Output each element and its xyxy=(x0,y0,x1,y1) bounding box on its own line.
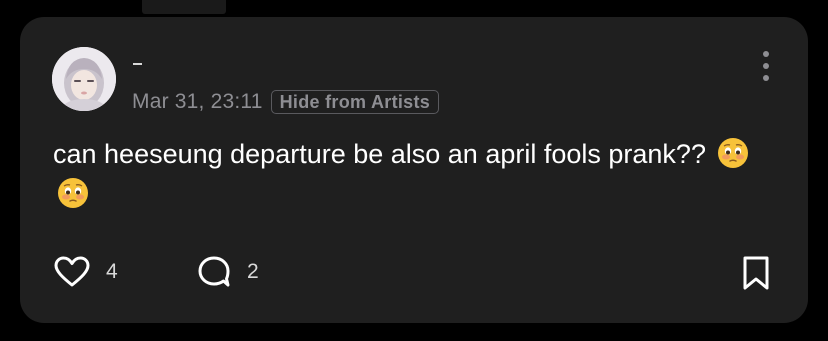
bookmark-button[interactable] xyxy=(740,255,772,291)
post-timestamp: Mar 31, 23:11 xyxy=(132,90,263,113)
post-text: can heeseung departure be also an april … xyxy=(53,139,706,169)
vertical-ellipsis-icon-dot xyxy=(763,75,769,81)
vertical-ellipsis-icon xyxy=(763,51,769,57)
post-body: can heeseung departure be also an april … xyxy=(53,134,773,214)
bookmark-icon xyxy=(743,256,769,290)
like-button[interactable]: 4 xyxy=(54,255,118,289)
heart-icon xyxy=(54,256,90,287)
flushed-face-emoji xyxy=(717,137,749,169)
more-options-button[interactable] xyxy=(756,49,776,83)
vertical-ellipsis-icon-dot xyxy=(763,63,769,69)
like-count: 4 xyxy=(106,260,118,283)
hide-from-artists-badge[interactable]: Hide from Artists xyxy=(270,90,440,114)
comment-count: 2 xyxy=(247,260,259,283)
chat-bubble-icon xyxy=(198,256,230,287)
post-card[interactable]: — Mar 31, 23:11 Hide from Artists can he… xyxy=(20,17,808,323)
avatar[interactable] xyxy=(52,47,116,111)
card-above-fragment xyxy=(142,0,226,14)
comment-button[interactable]: 2 xyxy=(197,255,259,289)
post-meta: Mar 31, 23:11 Hide from Artists xyxy=(132,88,440,116)
author-name-mark xyxy=(133,63,142,65)
flushed-face-emoji xyxy=(57,177,89,209)
